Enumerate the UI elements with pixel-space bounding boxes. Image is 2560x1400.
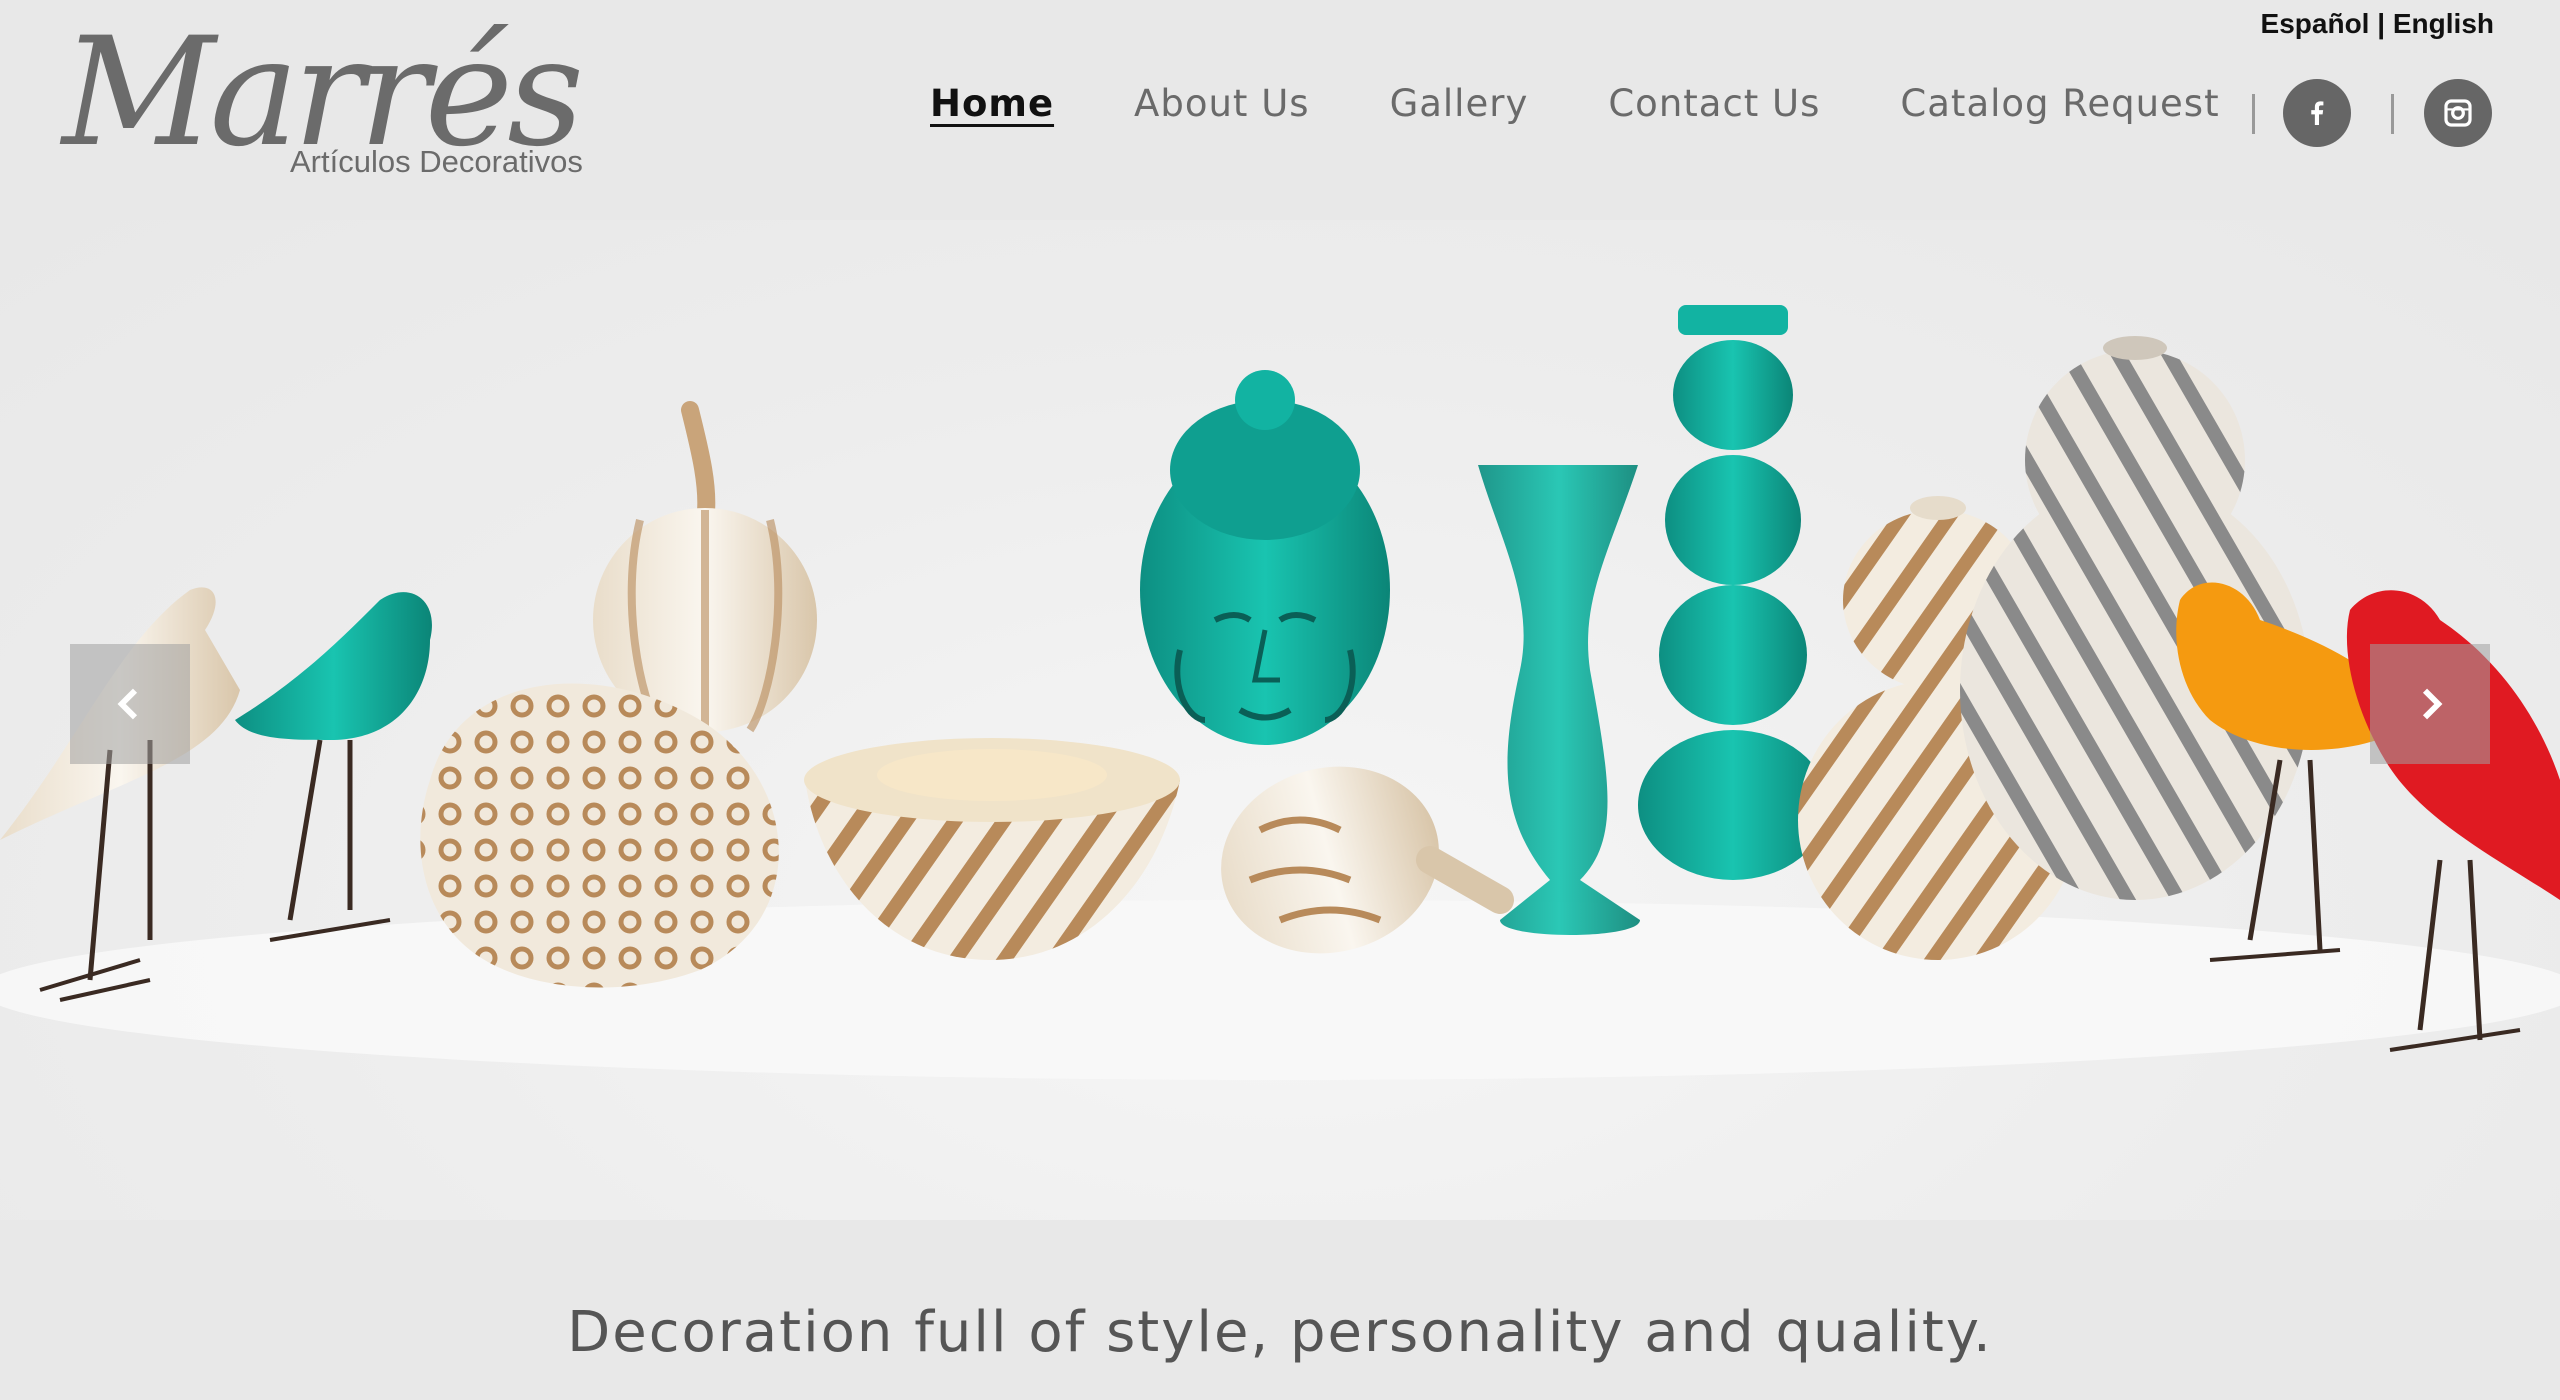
main-nav: Home About Us Gallery Contact Us Catalog… (930, 82, 2300, 125)
logo-subtitle: Artículos Decorativos (290, 144, 583, 179)
nav-catalog-request[interactable]: Catalog Request (1900, 82, 2219, 125)
stacked-teal-vase (1638, 305, 1828, 880)
nav-home[interactable]: Home (930, 82, 1054, 125)
hero-carousel (0, 220, 2560, 1220)
carousel-next-button[interactable] (2370, 644, 2490, 764)
lang-espanol-link[interactable]: Español (2261, 8, 2370, 39)
buddha-head (1140, 370, 1390, 745)
nav-contact-us[interactable]: Contact Us (1608, 82, 1820, 125)
carousel-prev-button[interactable] (70, 644, 190, 764)
teal-bird (235, 592, 432, 942)
language-switcher: Español | English (2261, 8, 2494, 40)
nav-about-us[interactable]: About Us (1134, 82, 1310, 125)
chevron-right-icon (2422, 688, 2443, 720)
social-divider (2391, 94, 2394, 134)
pumpkin-ornament (593, 401, 817, 733)
facebook-icon (2311, 101, 2324, 125)
logo[interactable]: Marrés Artículos Decorativos (62, 18, 642, 196)
teal-glass-vase (1478, 465, 1640, 935)
decor-products-image (0, 305, 2560, 1080)
nav-gallery[interactable]: Gallery (1390, 82, 1529, 125)
tagline: Decoration full of style, personality an… (567, 1300, 1993, 1365)
lang-english-link[interactable]: English (2393, 8, 2494, 39)
instagram-button[interactable] (2424, 79, 2492, 147)
lang-separator: | (2377, 8, 2386, 39)
facebook-button[interactable] (2283, 79, 2351, 147)
chevron-left-icon (117, 688, 138, 720)
instagram-icon (2444, 99, 2472, 127)
nav-divider (2252, 94, 2255, 134)
